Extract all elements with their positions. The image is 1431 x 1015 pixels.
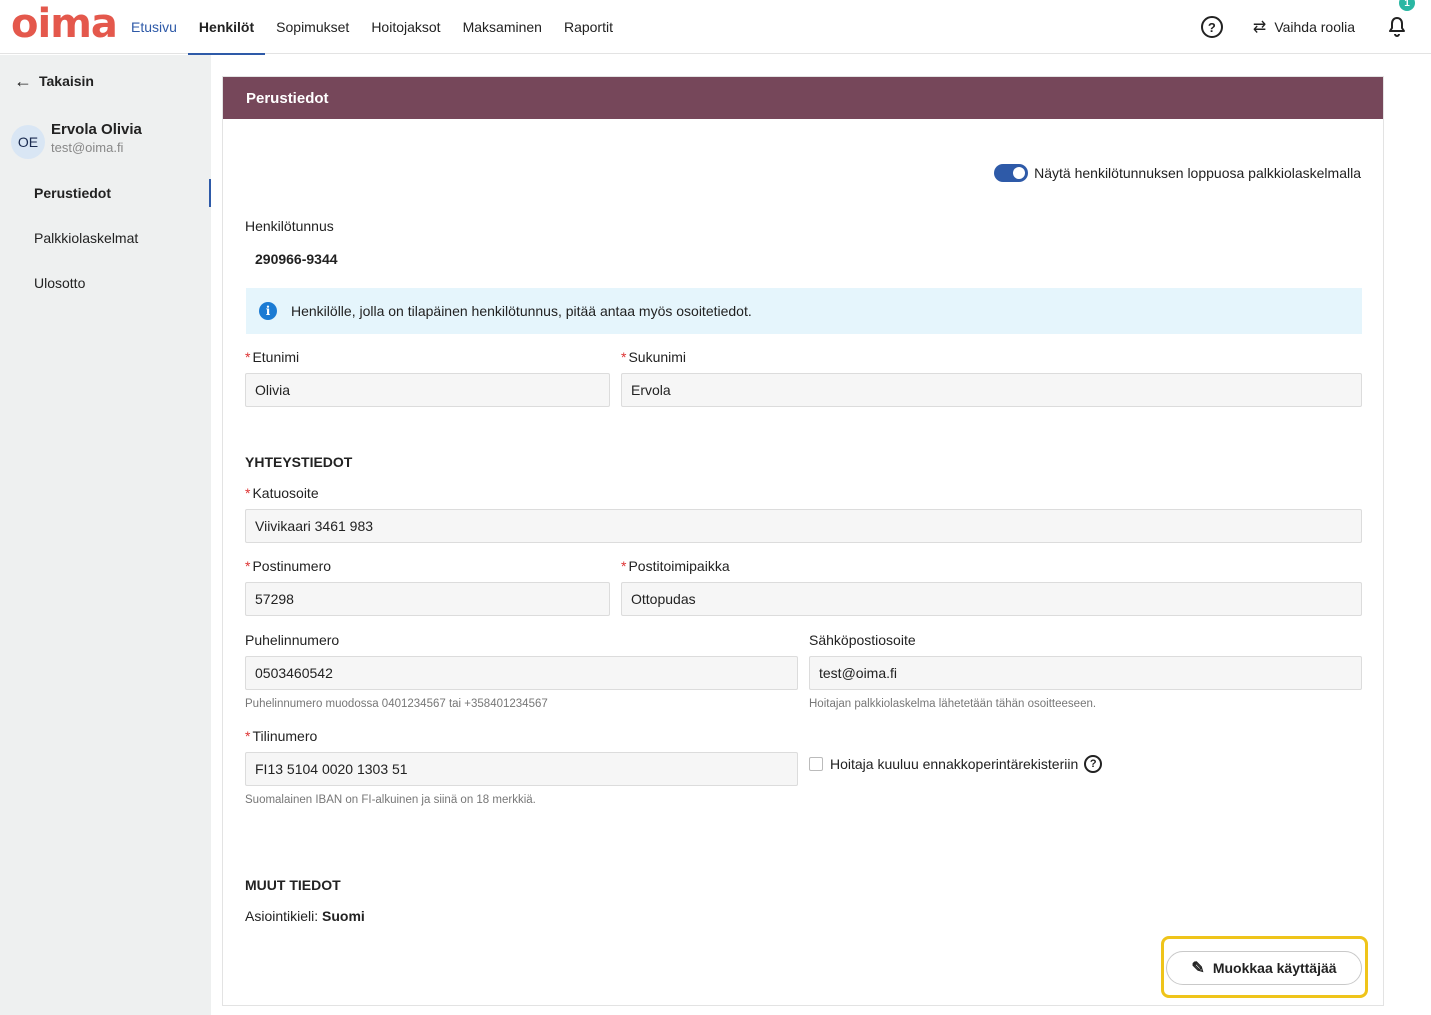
- show-ssn-toggle[interactable]: [994, 164, 1029, 182]
- nav-sopimukset[interactable]: Sopimukset: [265, 0, 360, 54]
- language-label: Asiointikieli:: [245, 908, 319, 924]
- street-field[interactable]: Viivikaari 3461 983: [245, 509, 1362, 543]
- sidebar-item-palkkiolaskelmat[interactable]: Palkkiolaskelmat: [0, 224, 211, 252]
- nav-etusivu[interactable]: Etusivu: [120, 0, 188, 54]
- info-text: Henkilölle, jolla on tilapäinen henkilöt…: [291, 303, 752, 319]
- contact-section-title: YHTEYSTIEDOT: [245, 454, 353, 470]
- email-field[interactable]: test@oima.fi: [809, 656, 1362, 690]
- edit-user-button[interactable]: ✎ Muokkaa käyttäjää: [1166, 951, 1362, 985]
- main-nav: Etusivu Henkilöt Sopimukset Hoitojaksot …: [120, 0, 624, 55]
- nav-hoitojaksot[interactable]: Hoitojaksot: [360, 0, 451, 54]
- prepayment-register-row: Hoitaja kuuluu ennakkoperintärekisteriin…: [809, 755, 1103, 773]
- prepayment-register-label: Hoitaja kuuluu ennakkoperintärekisteriin: [830, 756, 1079, 772]
- swap-arrows-icon: ⇄: [1252, 19, 1267, 36]
- nav-raportit[interactable]: Raportit: [553, 0, 624, 54]
- user-summary: OE Ervola Olivia test@oima.fi: [11, 121, 142, 159]
- nav-henkilot[interactable]: Henkilöt: [187, 0, 266, 55]
- last-name-label: * Sukunimi: [621, 349, 687, 365]
- prepayment-register-checkbox[interactable]: [809, 757, 823, 771]
- nav-maksaminen[interactable]: Maksaminen: [452, 0, 553, 54]
- help-icon[interactable]: ?: [1200, 16, 1223, 38]
- iban-hint: Suomalainen IBAN on FI-alkuinen ja siinä…: [245, 794, 536, 806]
- postal-code-label: * Postinumero: [245, 558, 332, 574]
- switch-role-button[interactable]: ⇄ Vaihda roolia: [1253, 17, 1355, 37]
- info-banner: i Henkilölle, jolla on tilapäinen henkil…: [246, 288, 1362, 334]
- postal-code-field[interactable]: 57298: [245, 582, 610, 616]
- street-label: * Katuosoite: [245, 485, 319, 501]
- edit-user-label: Muokkaa käyttäjää: [1212, 960, 1337, 976]
- phone-field[interactable]: 0503460542: [245, 656, 798, 690]
- notifications-button[interactable]: 1: [1385, 0, 1415, 39]
- sidebar: ← Takaisin OE Ervola Olivia test@oima.fi…: [0, 55, 211, 1015]
- back-button[interactable]: ← Takaisin: [14, 71, 94, 91]
- basic-info-card: Perustiedot Näytä henkilötunnuksen loppu…: [222, 76, 1384, 1006]
- iban-label: * Tilinumero: [245, 728, 318, 744]
- first-name-field[interactable]: Olivia: [245, 373, 610, 407]
- language-row: Asiointikieli: Suomi: [245, 908, 365, 924]
- oima-logo[interactable]: oima: [11, 2, 118, 46]
- card-title: Perustiedot: [223, 77, 1383, 119]
- arrow-left-icon: ←: [14, 71, 32, 91]
- sidebar-item-perustiedot[interactable]: Perustiedot: [0, 179, 211, 207]
- other-section-title: MUUT TIEDOT: [245, 877, 341, 893]
- city-label: * Postitoimipaikka: [621, 558, 730, 574]
- top-bar: oima Etusivu Henkilöt Sopimukset Hoitoja…: [0, 0, 1431, 55]
- back-label: Takaisin: [39, 73, 94, 89]
- show-ssn-toggle-label: Näytä henkilötunnuksen loppuosa palkkiol…: [1034, 165, 1361, 181]
- city-field[interactable]: Ottopudas: [621, 582, 1362, 616]
- user-email: test@oima.fi: [51, 140, 124, 155]
- avatar: OE: [11, 125, 45, 159]
- ssn-toggle-row: Näytä henkilötunnuksen loppuosa palkkiol…: [994, 164, 1361, 182]
- email-hint: Hoitajan palkkiolaskelma lähetetään tähä…: [809, 698, 1097, 710]
- phone-hint: Puhelinnumero muodossa 0401234567 tai +3…: [245, 698, 548, 710]
- sidebar-item-ulosotto[interactable]: Ulosotto: [0, 269, 211, 297]
- ssn-label: Henkilötunnus: [245, 218, 334, 234]
- notification-count-badge: 1: [1399, 0, 1415, 11]
- phone-label: Puhelinnumero: [245, 632, 340, 648]
- email-label: Sähköpostiosoite: [809, 632, 916, 648]
- first-name-label: * Etunimi: [245, 349, 300, 365]
- help-icon[interactable]: ?: [1084, 755, 1103, 773]
- bell-icon: [1389, 17, 1405, 37]
- info-icon: i: [259, 302, 277, 320]
- user-name: Ervola Olivia: [51, 121, 142, 138]
- top-right-actions: ? ⇄ Vaihda roolia 1: [1200, 0, 1415, 54]
- switch-role-label: Vaihda roolia: [1274, 19, 1355, 35]
- language-value: Suomi: [322, 908, 365, 924]
- last-name-field[interactable]: Ervola: [621, 373, 1362, 407]
- iban-field[interactable]: FI13 5104 0020 1303 51: [245, 752, 798, 786]
- ssn-value: 290966-9344: [255, 251, 338, 267]
- pencil-icon: ✎: [1191, 960, 1205, 977]
